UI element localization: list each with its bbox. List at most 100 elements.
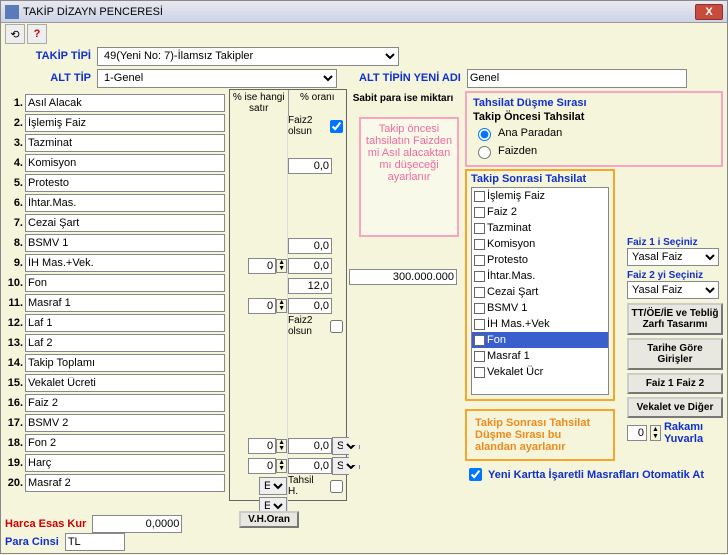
tahsil-checkbox[interactable] xyxy=(330,480,343,493)
row-input[interactable] xyxy=(25,114,225,132)
row-input[interactable] xyxy=(25,414,225,432)
sabit-input[interactable] xyxy=(349,489,457,505)
checkbox-icon[interactable] xyxy=(474,319,485,330)
dec-input[interactable] xyxy=(288,298,332,314)
row-input[interactable] xyxy=(25,394,225,412)
sabit-input[interactable] xyxy=(349,349,457,365)
rakam-spinner[interactable]: ▲▼ xyxy=(650,425,661,441)
checkbox-icon[interactable] xyxy=(474,271,485,282)
checkbox-icon[interactable] xyxy=(474,303,485,314)
sabit-input[interactable] xyxy=(349,249,457,265)
row-input[interactable] xyxy=(25,454,225,472)
list-item[interactable]: Fon xyxy=(472,332,608,348)
row-input[interactable] xyxy=(25,254,225,272)
row-input[interactable] xyxy=(25,174,225,192)
dec-input[interactable] xyxy=(288,238,332,254)
faiz2-checkbox[interactable] xyxy=(330,320,343,333)
dec-input[interactable] xyxy=(288,458,332,474)
row-input[interactable] xyxy=(25,274,225,292)
list-item[interactable]: Vekalet Ücr xyxy=(472,364,608,380)
row-input[interactable] xyxy=(25,314,225,332)
list-item[interactable]: Masraf 1 xyxy=(472,348,608,364)
spinner-icon[interactable]: ▲▼ xyxy=(276,299,287,313)
sabit-input[interactable] xyxy=(349,369,457,385)
list-item[interactable]: İhtar.Mas. xyxy=(472,268,608,284)
row-input[interactable] xyxy=(25,474,225,492)
faiz2-select[interactable]: Yasal Faiz xyxy=(627,281,719,299)
faiz1-faiz2-button[interactable]: Faiz 1 Faiz 2 xyxy=(627,373,723,394)
list-item[interactable]: Cezai Şart xyxy=(472,284,608,300)
row-input[interactable] xyxy=(25,374,225,392)
sabit-input[interactable] xyxy=(349,449,457,465)
alt-tip-yeni-adi-input[interactable] xyxy=(467,69,687,88)
rakam-yuvarla-input[interactable] xyxy=(627,425,647,441)
row-input[interactable] xyxy=(25,134,225,152)
ana-paradan-radio[interactable] xyxy=(478,128,491,141)
list-item[interactable]: Tazminat xyxy=(472,220,608,236)
checkbox-icon[interactable] xyxy=(474,367,485,378)
sabit-input[interactable] xyxy=(349,269,457,285)
dec-input[interactable] xyxy=(288,278,332,294)
help-button[interactable]: ? xyxy=(27,24,47,44)
checkbox-icon[interactable] xyxy=(474,335,485,346)
spinner-icon[interactable]: ▲▼ xyxy=(276,259,287,273)
list-item-label: Fon xyxy=(487,334,606,346)
list-item-label: Masraf 1 xyxy=(487,350,606,362)
checkbox-icon[interactable] xyxy=(474,287,485,298)
list-item[interactable]: Protesto xyxy=(472,252,608,268)
sabit-input[interactable] xyxy=(349,469,457,485)
row-input[interactable] xyxy=(25,234,225,252)
sabit-input[interactable] xyxy=(349,389,457,405)
row-input[interactable] xyxy=(25,214,225,232)
checkbox-icon[interactable] xyxy=(474,223,485,234)
dec-input[interactable] xyxy=(288,258,332,274)
row-input[interactable] xyxy=(25,294,225,312)
row-input[interactable] xyxy=(25,334,225,352)
spin-input[interactable] xyxy=(248,298,276,314)
sabit-input[interactable] xyxy=(349,309,457,325)
checkbox-icon[interactable] xyxy=(474,207,485,218)
list-item[interactable]: Komisyon xyxy=(472,236,608,252)
spinner-icon[interactable]: ▲▼ xyxy=(276,459,287,473)
row-input[interactable] xyxy=(25,194,225,212)
tt-oe-ie-button[interactable]: TT/ÖE/İE ve Tebliğ Zarfı Tasarımı xyxy=(627,303,723,335)
vekalet-diger-button[interactable]: Vekalet ve Diğer xyxy=(627,397,723,418)
spinner-icon[interactable]: ▲▼ xyxy=(276,439,287,453)
takip-sonrasi-list[interactable]: İşlemiş FaizFaiz 2TazminatKomisyonProtes… xyxy=(471,187,609,395)
spin-input[interactable] xyxy=(248,458,276,474)
row-input[interactable] xyxy=(25,154,225,172)
dec-input[interactable] xyxy=(288,158,332,174)
faizden-radio[interactable] xyxy=(478,146,491,159)
sabit-input[interactable] xyxy=(349,409,457,425)
spin-input[interactable] xyxy=(248,258,276,274)
list-item[interactable]: BSMV 1 xyxy=(472,300,608,316)
takip-tipi-select[interactable]: 49(Yeni No: 7)-İlamsız Takipler xyxy=(97,47,399,66)
dec-input[interactable] xyxy=(288,438,332,454)
faiz1-select[interactable]: Yasal Faiz xyxy=(627,248,719,266)
alt-tip-select[interactable]: 1-Genel xyxy=(97,69,337,88)
spin-input[interactable] xyxy=(248,438,276,454)
para-cinsi-input[interactable] xyxy=(65,533,125,551)
list-item[interactable]: İH Mas.+Vek xyxy=(472,316,608,332)
refresh-button[interactable]: ⟲ xyxy=(5,24,25,44)
vh-oran-button[interactable]: V.H.Oran xyxy=(239,511,299,528)
sabit-input[interactable] xyxy=(349,329,457,345)
harca-esas-input[interactable] xyxy=(92,515,182,533)
sabit-input[interactable] xyxy=(349,429,457,445)
tarihe-gore-button[interactable]: Tarihe Göre Girişler xyxy=(627,338,723,370)
list-item[interactable]: İşlemiş Faiz xyxy=(472,188,608,204)
row-input[interactable] xyxy=(25,354,225,372)
row-input[interactable] xyxy=(25,94,225,112)
row-num: 5. xyxy=(5,177,23,189)
checkbox-icon[interactable] xyxy=(474,351,485,362)
sabit-input[interactable] xyxy=(349,289,457,305)
faiz2-checkbox[interactable] xyxy=(330,120,343,133)
checkbox-icon[interactable] xyxy=(474,191,485,202)
list-item[interactable]: Faiz 2 xyxy=(472,204,608,220)
yeni-kartta-checkbox[interactable] xyxy=(469,468,482,481)
row-input[interactable] xyxy=(25,434,225,452)
checkbox-icon[interactable] xyxy=(474,255,485,266)
close-button[interactable]: X xyxy=(695,4,723,20)
checkbox-icon[interactable] xyxy=(474,239,485,250)
e-select[interactable]: E xyxy=(259,477,287,495)
